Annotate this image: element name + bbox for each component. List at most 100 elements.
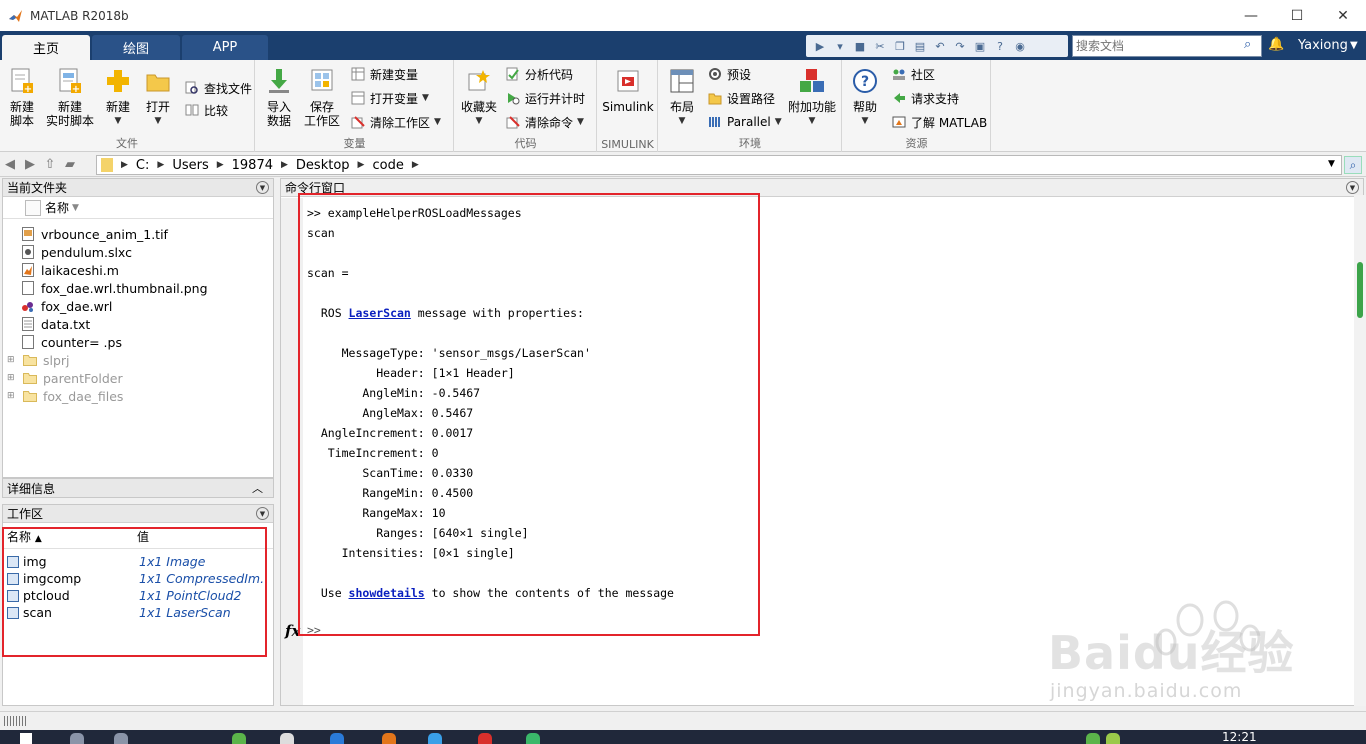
path-segment[interactable]: C:: [136, 158, 149, 173]
paste-icon[interactable]: ▤: [912, 38, 928, 54]
search-folder-icon[interactable]: ⌕: [1344, 156, 1362, 174]
analyze-code-button[interactable]: 分析代码: [505, 64, 573, 84]
back-arrow-icon[interactable]: ◀: [0, 155, 20, 175]
import-data-button[interactable]: 导入 数据: [262, 66, 296, 128]
workspace-variable-row[interactable]: scan 1x1 LaserScan: [3, 604, 273, 621]
copy-icon[interactable]: ❐: [892, 38, 908, 54]
run-icon[interactable]: ▶: [812, 38, 828, 54]
path-segment[interactable]: Users: [172, 158, 208, 173]
options-icon[interactable]: ◉: [1012, 38, 1028, 54]
help-icon[interactable]: ?: [992, 38, 1008, 54]
run-and-time-button[interactable]: 运行并计时: [505, 88, 585, 108]
request-support-button[interactable]: 请求支持: [891, 88, 959, 108]
find-files-button[interactable]: 查找文件: [184, 78, 252, 98]
redo-icon[interactable]: ↷: [952, 38, 968, 54]
path-dropdown-icon[interactable]: ▼: [1328, 159, 1335, 169]
chevron-up-icon[interactable]: ︿: [252, 480, 263, 496]
clear-commands-button[interactable]: 清除命令 ▼: [505, 112, 584, 132]
addons-button[interactable]: 附加功能 ▼: [787, 66, 837, 128]
maximize-button[interactable]: ☐: [1274, 0, 1320, 31]
minimize-button[interactable]: —: [1228, 0, 1274, 31]
switch-windows-icon[interactable]: ▣: [972, 38, 988, 54]
tab-apps[interactable]: APP: [182, 35, 268, 60]
command-output[interactable]: >> exampleHelperROSLoadMessages scan scan…: [307, 203, 674, 603]
file-item[interactable]: pendulum.slxc: [21, 243, 273, 261]
tray-icon[interactable]: [1086, 733, 1100, 744]
tab-home[interactable]: 主页: [2, 35, 90, 60]
save-workspace-button[interactable]: 保存 工作区: [302, 66, 342, 128]
search-icon[interactable]: ⌕: [1244, 37, 1260, 53]
file-list-column-header[interactable]: 名称 ▼: [3, 197, 273, 219]
help-button[interactable]: ? 帮助 ▼: [847, 66, 883, 128]
search-icon[interactable]: [70, 733, 84, 744]
task-view-icon[interactable]: [114, 733, 128, 744]
learn-matlab-button[interactable]: 了解 MATLAB: [891, 112, 987, 132]
up-folder-icon[interactable]: ⇧: [40, 155, 60, 175]
new-button[interactable]: 新建 ▼: [102, 66, 134, 128]
workspace-column-header[interactable]: 名称 ▲ 值: [3, 525, 273, 549]
workspace-variable-row[interactable]: img 1x1 Image: [3, 553, 273, 570]
undo-icon[interactable]: ↶: [932, 38, 948, 54]
function-browser-icon[interactable]: fx: [285, 622, 300, 640]
file-item[interactable]: fox_dae.wrl.thumbnail.png: [21, 279, 273, 297]
user-account[interactable]: Yaxiong: [1298, 38, 1348, 53]
windows-start-icon[interactable]: [20, 733, 32, 744]
panel-actions-icon[interactable]: ▼: [256, 181, 269, 194]
open-button[interactable]: 打开 ▼: [142, 66, 174, 128]
close-button[interactable]: ✕: [1320, 0, 1366, 31]
app-icon[interactable]: [232, 733, 246, 744]
path-segment[interactable]: code: [372, 158, 403, 173]
clear-workspace-button[interactable]: 清除工作区 ▼: [350, 112, 441, 132]
new-variable-button[interactable]: 新建变量: [350, 64, 418, 84]
simulink-button[interactable]: Simulink: [602, 66, 654, 114]
folder-item[interactable]: ⊞ parentFolder: [7, 369, 273, 387]
favorites-button[interactable]: 收藏夹 ▼: [459, 66, 499, 128]
expand-icon[interactable]: ⊞: [7, 391, 17, 401]
panel-actions-icon[interactable]: ▼: [1346, 181, 1359, 194]
laserscan-link[interactable]: LaserScan: [349, 306, 411, 320]
file-item[interactable]: fox_dae.wrl: [21, 297, 273, 315]
set-path-button[interactable]: 设置路径: [707, 88, 775, 108]
scrollbar-thumb[interactable]: [1357, 262, 1363, 318]
browse-folder-icon[interactable]: ▰: [60, 155, 80, 175]
search-docs-input[interactable]: [1072, 35, 1262, 57]
app-icon[interactable]: [280, 733, 294, 744]
app-icon[interactable]: [478, 733, 492, 744]
path-field[interactable]: ▶ C: ▶ Users ▶ 19874 ▶ Desktop ▶ code ▶: [96, 155, 1342, 175]
file-item[interactable]: vrbounce_anim_1.tif: [21, 225, 273, 243]
tray-icon[interactable]: [1106, 733, 1120, 744]
matlab-taskbar-icon[interactable]: [382, 733, 396, 744]
path-segment[interactable]: 19874: [232, 158, 273, 173]
expand-icon[interactable]: ⊞: [7, 373, 17, 383]
expand-icon[interactable]: ⊞: [7, 355, 17, 365]
ws-col-value[interactable]: 值: [133, 528, 149, 545]
notification-bell-icon[interactable]: 🔔: [1268, 37, 1284, 53]
cut-icon[interactable]: ✂: [872, 38, 888, 54]
details-panel-header[interactable]: 详细信息 ︿: [2, 478, 274, 498]
new-live-script-button[interactable]: + 新建 实时脚本: [44, 66, 96, 128]
app-icon[interactable]: [330, 733, 344, 744]
panel-actions-icon[interactable]: ▼: [256, 507, 269, 520]
workspace-variable-row[interactable]: ptcloud 1x1 PointCloud2: [3, 587, 273, 604]
path-segment[interactable]: Desktop: [296, 158, 350, 173]
chevron-down-icon[interactable]: ▼: [1350, 40, 1358, 51]
folder-item[interactable]: ⊞ slprj: [7, 351, 273, 369]
layout-button[interactable]: 布局 ▼: [665, 66, 699, 128]
taskbar-clock[interactable]: 12:21: [1222, 730, 1257, 744]
compare-button[interactable]: 比较: [184, 100, 228, 120]
file-item[interactable]: laikaceshi.m: [21, 261, 273, 279]
ws-col-name[interactable]: 名称 ▲: [3, 528, 133, 545]
save-icon[interactable]: ■: [852, 38, 868, 54]
dropdown-icon[interactable]: ▾: [832, 38, 848, 54]
forward-arrow-icon[interactable]: ▶: [20, 155, 40, 175]
folder-item[interactable]: ⊞ fox_dae_files: [7, 387, 273, 405]
open-variable-button[interactable]: 打开变量 ▼: [350, 88, 429, 108]
parallel-button[interactable]: Parallel ▼: [707, 112, 782, 132]
file-item[interactable]: counter= .ps: [21, 333, 273, 351]
command-prompt[interactable]: >>: [307, 623, 321, 637]
workspace-variable-row[interactable]: imgcomp 1x1 CompressedIm...: [3, 570, 273, 587]
showdetails-link[interactable]: showdetails: [349, 586, 425, 600]
app-icon[interactable]: [526, 733, 540, 744]
file-item[interactable]: data.txt: [21, 315, 273, 333]
new-script-button[interactable]: + 新建 脚本: [4, 66, 40, 128]
